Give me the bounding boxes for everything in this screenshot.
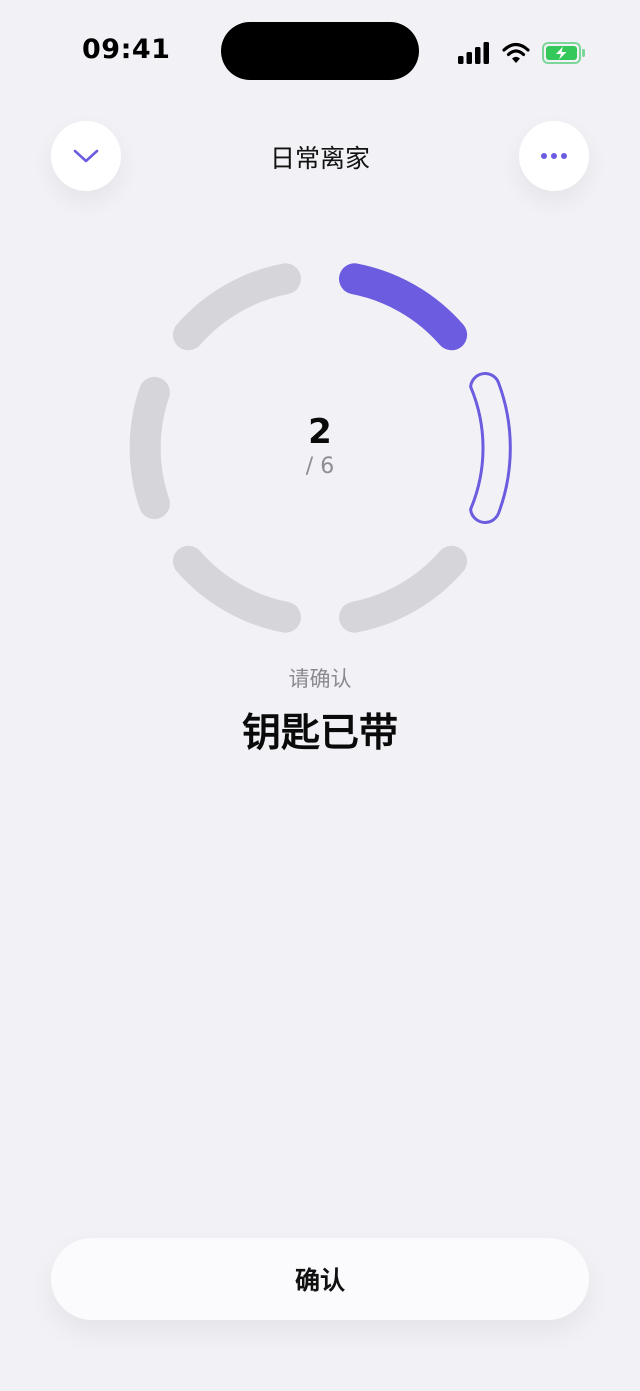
progress-counter: 2 / 6 (220, 412, 420, 482)
confirm-button[interactable]: 确认 (51, 1238, 589, 1320)
current-step: 2 (308, 412, 332, 452)
progress-ring (129, 263, 512, 633)
progress-segment (129, 376, 170, 520)
progress-segment (339, 545, 468, 633)
progress-segment (172, 545, 301, 633)
progress-segment-active (469, 372, 512, 524)
checklist-item-title: 钥匙已带 (241, 711, 398, 756)
progress-segment (172, 263, 301, 351)
total-steps: / 6 (305, 454, 335, 479)
progress-segment-completed (339, 263, 468, 351)
prompt-label: 请确认 (288, 667, 352, 691)
